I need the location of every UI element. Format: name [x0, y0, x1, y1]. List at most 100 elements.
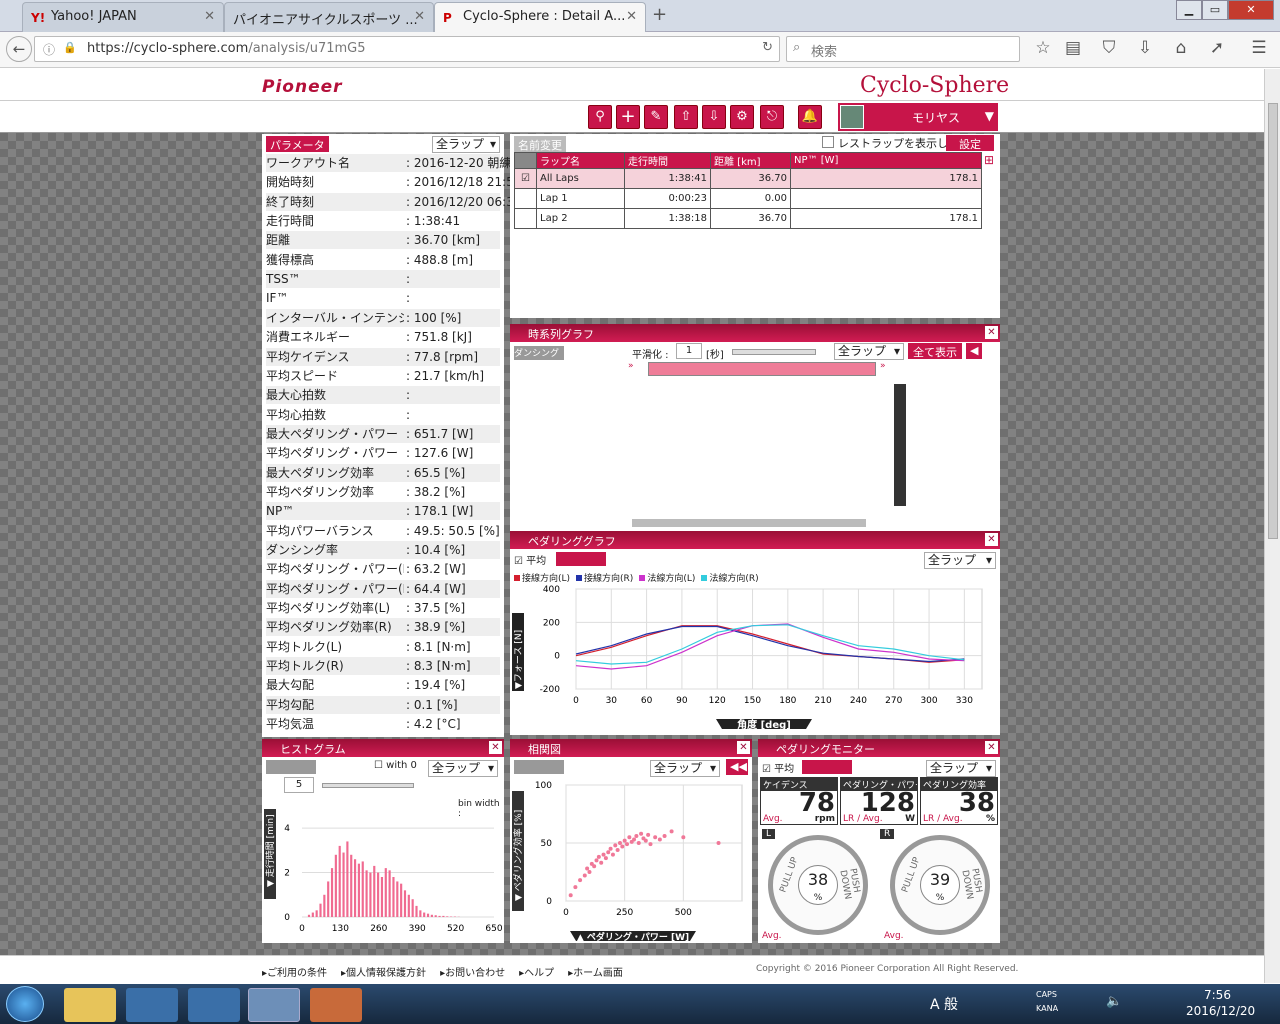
close-icon[interactable]: ✕: [626, 9, 637, 24]
table-row[interactable]: Lap 2 1:38:18 36.70 178.1: [514, 208, 982, 229]
pocket-icon[interactable]: ⛉: [1096, 38, 1122, 58]
avg-checkbox[interactable]: ☑ 平均: [762, 760, 794, 775]
close-icon[interactable]: ✕: [414, 9, 425, 24]
windows-taskbar: A 般 CAPS KANA 🔈 7:56 2016/12/20: [0, 984, 1280, 1024]
close-icon[interactable]: ✕: [985, 326, 998, 339]
ime-indicator[interactable]: A 般: [930, 994, 958, 1014]
close-icon[interactable]: ✕: [985, 741, 998, 754]
new-tab-button[interactable]: +: [652, 4, 667, 25]
window-close-button[interactable]: ✕: [1228, 0, 1274, 20]
url-bar[interactable]: ⓘ 🔒 https://cyclo-sphere.com/analysis/u7…: [34, 36, 780, 62]
add-icon[interactable]: ⊞: [984, 153, 994, 167]
bin-slider[interactable]: [322, 783, 414, 788]
column-header[interactable]: ラップ名: [536, 152, 625, 169]
minimize-button[interactable]: ▁: [1176, 0, 1202, 20]
avg-checkbox[interactable]: ☑ 平均: [514, 552, 546, 567]
close-icon[interactable]: ✕: [204, 9, 215, 24]
lap-select[interactable]: 全ラップ: [650, 760, 720, 777]
add-icon[interactable]: +: [616, 105, 640, 129]
row-checkbox[interactable]: [514, 188, 537, 209]
bin-input[interactable]: 5: [284, 777, 314, 793]
scrollbar-thumb[interactable]: [1268, 103, 1278, 539]
menu-icon[interactable]: ☰: [1246, 38, 1272, 58]
reload-icon[interactable]: ↻: [762, 40, 773, 55]
footer-link[interactable]: ▸ホーム画面: [568, 968, 623, 979]
close-icon[interactable]: ✕: [737, 741, 750, 754]
clock-date[interactable]: 2016/12/20: [1186, 1004, 1255, 1018]
lap-select[interactable]: 全ラップ: [924, 552, 996, 569]
edit-icon[interactable]: ✎: [644, 105, 668, 129]
lap-select[interactable]: 全ラップ: [432, 136, 500, 153]
footer-link[interactable]: ▸ご利用の条件: [262, 968, 327, 979]
with0-checkbox[interactable]: ☐ with 0: [374, 760, 417, 771]
column-header[interactable]: 走行時間: [624, 152, 711, 169]
scroll-right-icon[interactable]: »: [880, 361, 886, 371]
speaker-icon[interactable]: 🔈: [1106, 994, 1122, 1009]
smoothing-input[interactable]: 1: [676, 343, 702, 359]
row-checkbox[interactable]: ☑: [514, 168, 537, 189]
scatter-point: [587, 870, 592, 874]
rename-button[interactable]: 名前変更: [514, 136, 566, 152]
lap-select[interactable]: 全ラップ: [926, 760, 996, 777]
reading-list-icon[interactable]: ▤: [1060, 38, 1086, 58]
scatter-point: [646, 832, 651, 837]
row-checkbox[interactable]: [514, 208, 537, 229]
dancing-icon[interactable]: [802, 760, 852, 774]
show-all-button[interactable]: 全て表示: [908, 343, 962, 359]
bell-icon[interactable]: 🔔: [798, 105, 822, 129]
tab-yahoo[interactable]: Y! Yahoo! JAPAN ✕: [22, 2, 224, 32]
upload-icon[interactable]: ⇧: [674, 105, 698, 129]
settings-button[interactable]: 設定: [946, 135, 994, 151]
column-header[interactable]: 距離 [km]: [710, 152, 791, 169]
footer-link[interactable]: ▸ヘルプ: [519, 968, 554, 979]
close-icon[interactable]: ✕: [489, 741, 502, 754]
download-icon[interactable]: ⇩: [702, 105, 726, 129]
tab-pioneer-sports[interactable]: Y! パイオニアサイクルスポーツ ... ✕: [224, 2, 434, 32]
parameter-value: : 2016/12/20 06:33: [406, 194, 522, 209]
scroll-right-icon[interactable]: »: [628, 361, 634, 371]
arrow-left-icon[interactable]: ◀: [966, 343, 982, 359]
user-menu[interactable]: モリヤス ▼: [838, 103, 998, 131]
side-tab[interactable]: [894, 384, 906, 506]
search-input[interactable]: ⌕ 検索: [786, 36, 1020, 62]
histogram-bar: [430, 914, 433, 917]
close-icon[interactable]: ✕: [985, 533, 998, 546]
start-button[interactable]: [6, 986, 44, 1022]
download-icon[interactable]: ⇩: [1132, 38, 1158, 58]
range-slider[interactable]: [648, 362, 876, 376]
logout-icon[interactable]: ⎋: [760, 105, 784, 129]
lap-select[interactable]: 全ラップ: [834, 343, 904, 360]
table-row[interactable]: ☑ All Laps 1:38:41 36.70 178.1: [514, 168, 982, 189]
arrow-left-icon[interactable]: ◀◀: [726, 759, 748, 775]
histogram-chart: 0 2 4 0 130 260 390 520 650 ▼ 走行時間 [min]: [264, 814, 503, 934]
footer-link[interactable]: ▸お問い合わせ: [440, 968, 505, 979]
thunderbird-icon[interactable]: [188, 988, 240, 1022]
media-player-icon[interactable]: [126, 988, 178, 1022]
legend-swatch: [639, 575, 646, 581]
maximize-button[interactable]: ▭: [1202, 0, 1228, 20]
histogram-bar: [350, 854, 353, 917]
tab-cyclo-sphere[interactable]: P Cyclo-Sphere : Detail A... ✕: [434, 2, 646, 32]
settings-gear-icon[interactable]: ⚙: [730, 105, 754, 129]
parameter-value: :: [406, 272, 411, 287]
home-icon[interactable]: ⌂: [1168, 38, 1194, 58]
lap-select[interactable]: 全ラップ: [428, 760, 498, 777]
firefox-icon[interactable]: [248, 988, 300, 1022]
lap-time: 0:00:23: [624, 188, 711, 209]
column-header[interactable]: NP™ [W]: [790, 152, 982, 169]
smoothing-slider[interactable]: [732, 349, 816, 355]
dancing-icon[interactable]: [556, 552, 606, 566]
hide-rest-checkbox[interactable]: [822, 136, 834, 148]
explorer-icon[interactable]: [64, 988, 116, 1022]
histogram-bar: [415, 905, 418, 917]
bookmark-star-icon[interactable]: ☆: [1030, 38, 1056, 58]
clock-time[interactable]: 7:56: [1204, 988, 1231, 1002]
back-arrow-icon[interactable]: ←: [6, 36, 32, 62]
bike-icon[interactable]: ⚲: [588, 105, 612, 129]
table-row[interactable]: Lap 1 0:00:23 0.00: [514, 188, 982, 209]
page-scrollbar[interactable]: [1264, 69, 1280, 983]
horizontal-scrollbar[interactable]: [632, 519, 866, 527]
footer-link[interactable]: ▸個人情報保護方針: [341, 968, 426, 979]
send-icon[interactable]: ➚: [1204, 38, 1230, 58]
app-icon[interactable]: [310, 988, 362, 1022]
